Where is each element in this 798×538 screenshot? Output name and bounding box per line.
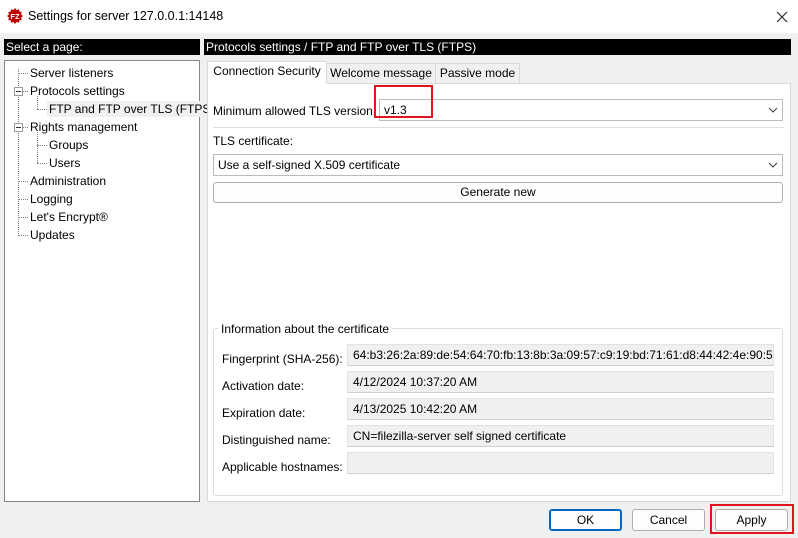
tab-connection-security[interactable]: Connection Security	[207, 61, 327, 84]
certificate-info-title: Information about the certificate	[218, 322, 393, 336]
tree-line	[18, 235, 28, 236]
tab-welcome-message[interactable]: Welcome message	[326, 63, 436, 83]
title-bar: FZ Settings for server 127.0.0.1:14148	[0, 0, 798, 33]
page-header: Protocols settings / FTP and FTP over TL…	[204, 39, 791, 55]
tree-item-administration[interactable]: Administration	[30, 173, 106, 189]
tree-line	[37, 145, 47, 146]
tree-item-lets-encrypt[interactable]: Let's Encrypt®	[30, 209, 108, 225]
tree-item-users[interactable]: Users	[49, 155, 80, 171]
page-list-header: Select a page:	[4, 39, 200, 55]
tree-item-protocols-settings[interactable]: Protocols settings	[30, 83, 125, 99]
min-tls-select[interactable]: v1.3	[379, 99, 783, 121]
expiration-date-label: Expiration date:	[222, 406, 306, 420]
distinguished-name-field[interactable]: CN=filezilla-server self signed certific…	[347, 425, 774, 447]
distinguished-name-label: Distinguished name:	[222, 433, 331, 447]
tab-panel-connection-security: Minimum allowed TLS version: v1.3 TLS ce…	[207, 83, 791, 502]
tree-item-groups[interactable]: Groups	[49, 137, 88, 153]
collapse-toggle[interactable]	[14, 123, 23, 132]
applicable-hostnames-field[interactable]	[347, 452, 774, 474]
tree-line	[37, 132, 38, 163]
tree-line	[18, 73, 28, 74]
tree-item-rights-management[interactable]: Rights management	[30, 119, 137, 135]
min-tls-label: Minimum allowed TLS version:	[213, 104, 377, 118]
tree-item-server-listeners[interactable]: Server listeners	[30, 65, 113, 81]
expiration-date-field[interactable]: 4/13/2025 10:42:20 AM	[347, 398, 774, 420]
window-title: Settings for server 127.0.0.1:14148	[28, 9, 224, 23]
tree-item-logging[interactable]: Logging	[30, 191, 73, 207]
applicable-hostnames-label: Applicable hostnames:	[222, 460, 343, 474]
fingerprint-field[interactable]: 64:b3:26:2a:89:de:54:64:70:fb:13:8b:3a:0…	[347, 344, 774, 366]
cancel-button[interactable]: Cancel	[632, 509, 705, 531]
apply-button[interactable]: Apply	[715, 509, 788, 531]
tab-passive-mode[interactable]: Passive mode	[435, 63, 520, 83]
close-icon	[776, 11, 788, 22]
collapse-toggle[interactable]	[14, 87, 23, 96]
fingerprint-label: Fingerprint (SHA-256):	[222, 352, 343, 366]
svg-text:FZ: FZ	[10, 12, 20, 21]
settings-tabs: Connection Security Welcome message Pass…	[204, 60, 791, 502]
tls-certificate-label: TLS certificate:	[213, 134, 294, 148]
filezilla-icon: FZ	[7, 8, 23, 24]
tree-line	[37, 163, 47, 164]
tree-line	[18, 217, 28, 218]
tls-certificate-value: Use a self-signed X.509 certificate	[218, 158, 401, 172]
tree-line	[23, 91, 28, 92]
tree-item-updates[interactable]: Updates	[30, 227, 75, 243]
chevron-down-icon	[768, 107, 778, 113]
divider	[213, 127, 784, 128]
close-button[interactable]	[766, 0, 798, 33]
tls-certificate-select[interactable]: Use a self-signed X.509 certificate	[213, 154, 783, 176]
settings-tree[interactable]: Server listeners Protocols settings FTP …	[4, 60, 217, 502]
activation-date-field[interactable]: 4/12/2024 10:37:20 AM	[347, 371, 774, 393]
activation-date-label: Activation date:	[222, 379, 305, 393]
tree-line	[23, 127, 28, 128]
ok-button[interactable]: OK	[549, 509, 622, 531]
generate-new-button[interactable]: Generate new	[213, 182, 783, 203]
dialog-body: Select a page: Protocols settings / FTP …	[0, 33, 798, 538]
chevron-down-icon	[768, 162, 778, 168]
tree-line	[18, 181, 28, 182]
tree-item-ftp-ftps[interactable]: FTP and FTP over TLS (FTPS)	[47, 101, 217, 117]
tree-line	[18, 199, 28, 200]
min-tls-value: v1.3	[384, 103, 407, 117]
tree-line	[37, 109, 47, 110]
